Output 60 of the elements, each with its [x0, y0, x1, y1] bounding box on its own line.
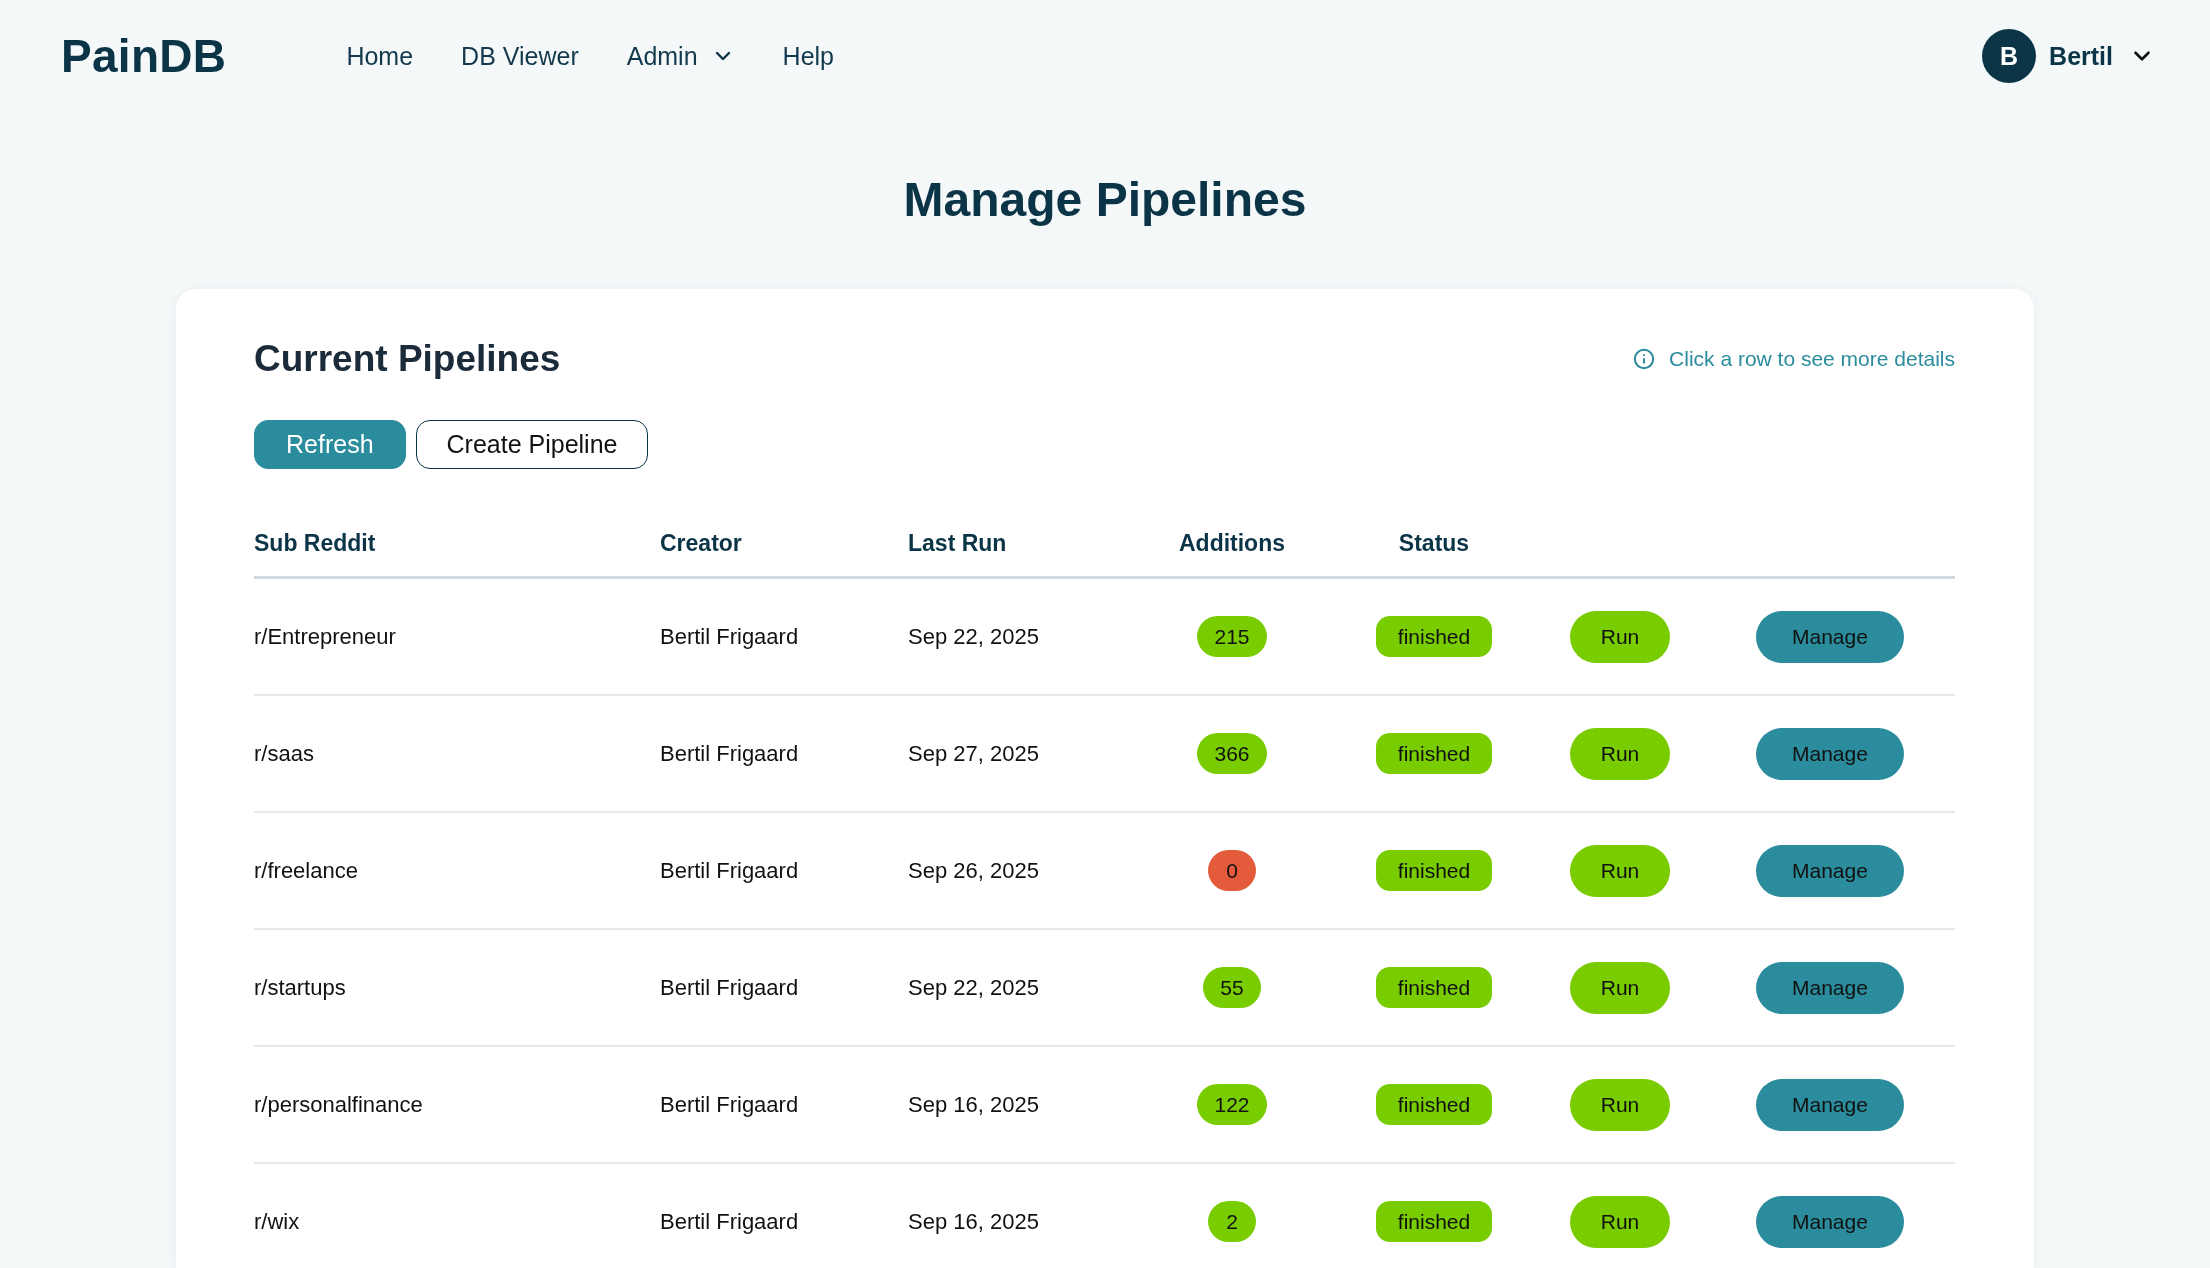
refresh-button[interactable]: Refresh [254, 420, 406, 469]
creator-name: Bertil Frigaard [660, 740, 799, 767]
additions-count-badge: 215 [1197, 616, 1267, 657]
last-run-date: Sep 27, 2025 [908, 740, 1039, 767]
card-title: Current Pipelines [254, 337, 561, 381]
run-button[interactable]: Run [1569, 1078, 1671, 1131]
column-header: Sub Reddit [254, 529, 376, 558]
subreddit-name: r/saas [254, 740, 314, 767]
creator-name: Bertil Frigaard [660, 857, 799, 884]
info-icon [1633, 348, 1656, 370]
nav-dropdown[interactable]: Admin [626, 41, 735, 71]
status-badge: finished [1375, 616, 1493, 657]
manage-button[interactable]: Manage [1756, 961, 1904, 1014]
status-badge: finished [1375, 850, 1493, 891]
nav-link[interactable]: DB Viewer [461, 41, 579, 71]
subreddit-name: r/Entrepreneur [254, 623, 396, 650]
nav-link[interactable]: Home [346, 41, 414, 71]
hint-text: Click a row to see more details [1669, 347, 1955, 371]
subreddit-name: r/personalfinance [254, 1091, 423, 1118]
run-button[interactable]: Run [1569, 844, 1671, 897]
last-run-date: Sep 26, 2025 [908, 857, 1039, 884]
creator-name: Bertil Frigaard [660, 1208, 799, 1235]
manage-button[interactable]: Manage [1756, 844, 1904, 897]
additions-count-badge: 0 [1208, 850, 1256, 891]
last-run-date: Sep 22, 2025 [908, 623, 1039, 650]
user-name[interactable]: Bertil [2049, 41, 2113, 71]
creator-name: Bertil Frigaard [660, 974, 799, 1001]
run-button[interactable]: Run [1569, 610, 1671, 663]
last-run-date: Sep 16, 2025 [908, 1091, 1039, 1118]
last-run-date: Sep 16, 2025 [908, 1208, 1039, 1235]
subreddit-name: r/startups [254, 974, 346, 1001]
status-badge: finished [1375, 733, 1493, 774]
create-pipeline-button[interactable]: Create Pipeline [415, 420, 649, 469]
page-title: Manage Pipelines [903, 172, 1307, 228]
run-button[interactable]: Run [1569, 961, 1671, 1014]
status-badge: finished [1375, 967, 1493, 1008]
manage-button[interactable]: Manage [1756, 727, 1904, 780]
column-header: Last Run [908, 529, 1007, 558]
manage-button[interactable]: Manage [1756, 1078, 1904, 1131]
nav-link[interactable]: Help [782, 41, 834, 71]
additions-count-badge: 55 [1203, 967, 1261, 1008]
run-button[interactable]: Run [1569, 727, 1671, 780]
manage-button[interactable]: Manage [1756, 1195, 1904, 1248]
additions-count-badge: 366 [1197, 733, 1267, 774]
logo[interactable]: PainDB [61, 29, 227, 83]
creator-name: Bertil Frigaard [660, 623, 799, 650]
creator-name: Bertil Frigaard [660, 1091, 799, 1118]
subreddit-name: r/wix [254, 1208, 300, 1235]
subreddit-name: r/freelance [254, 857, 358, 884]
additions-count-badge: 122 [1197, 1084, 1267, 1125]
status-badge: finished [1375, 1201, 1493, 1242]
column-header: Additions [1178, 529, 1285, 558]
column-header: Creator [660, 529, 742, 558]
status-badge: finished [1375, 1084, 1493, 1125]
run-button[interactable]: Run [1569, 1195, 1671, 1248]
last-run-date: Sep 22, 2025 [908, 974, 1039, 1001]
user-avatar[interactable]: B [1982, 29, 2037, 83]
additions-count-badge: 2 [1208, 1201, 1256, 1242]
manage-button[interactable]: Manage [1756, 610, 1904, 663]
column-header: Status [1398, 529, 1470, 558]
